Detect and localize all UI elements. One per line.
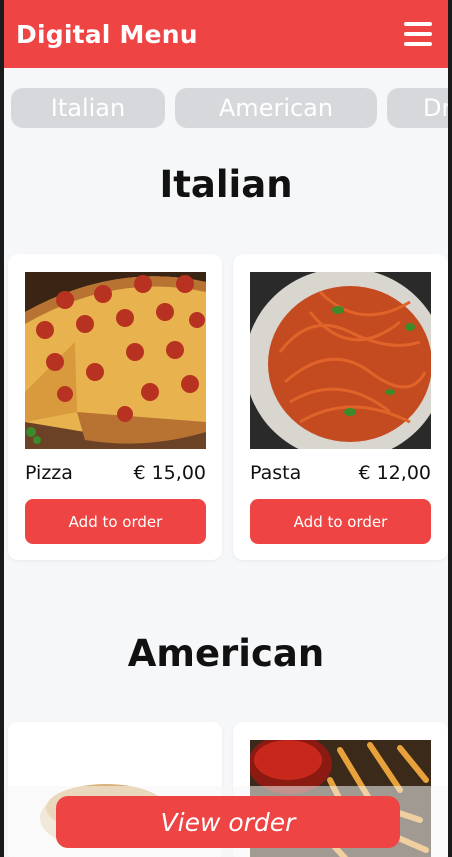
tab-drinks[interactable]: Dr [387, 88, 452, 128]
pasta-info: Pasta € 12,00 [250, 462, 431, 484]
item-name: Pasta [250, 462, 302, 484]
app-screen: Digital Menu Italian American Dr Italian [0, 0, 452, 857]
add-to-order-button[interactable]: Add to order [25, 499, 206, 544]
menu-card-pasta: Pasta € 12,00 Add to order [233, 254, 448, 560]
pizza-info: Pizza € 15,00 [25, 462, 206, 484]
pizza-image [25, 272, 206, 449]
item-price: € 15,00 [133, 462, 206, 484]
device-edge [448, 0, 452, 857]
category-tabs: Italian American Dr [0, 88, 452, 130]
add-to-order-button[interactable]: Add to order [250, 499, 431, 544]
item-name: Pizza [25, 462, 73, 484]
hamburger-menu-icon[interactable] [404, 22, 432, 46]
item-price: € 12,00 [358, 462, 431, 484]
tab-american[interactable]: American [175, 88, 377, 128]
menu-card-pizza: Pizza € 15,00 Add to order [8, 254, 222, 560]
device-edge [0, 0, 4, 857]
view-order-bar: View order [0, 786, 452, 857]
app-header: Digital Menu [0, 0, 452, 68]
section-title-italian: Italian [159, 163, 293, 206]
view-order-button[interactable]: View order [56, 796, 400, 848]
tab-italian[interactable]: Italian [11, 88, 165, 128]
section-title-american: American [127, 632, 325, 675]
app-title: Digital Menu [16, 19, 198, 49]
pasta-image [250, 272, 431, 449]
